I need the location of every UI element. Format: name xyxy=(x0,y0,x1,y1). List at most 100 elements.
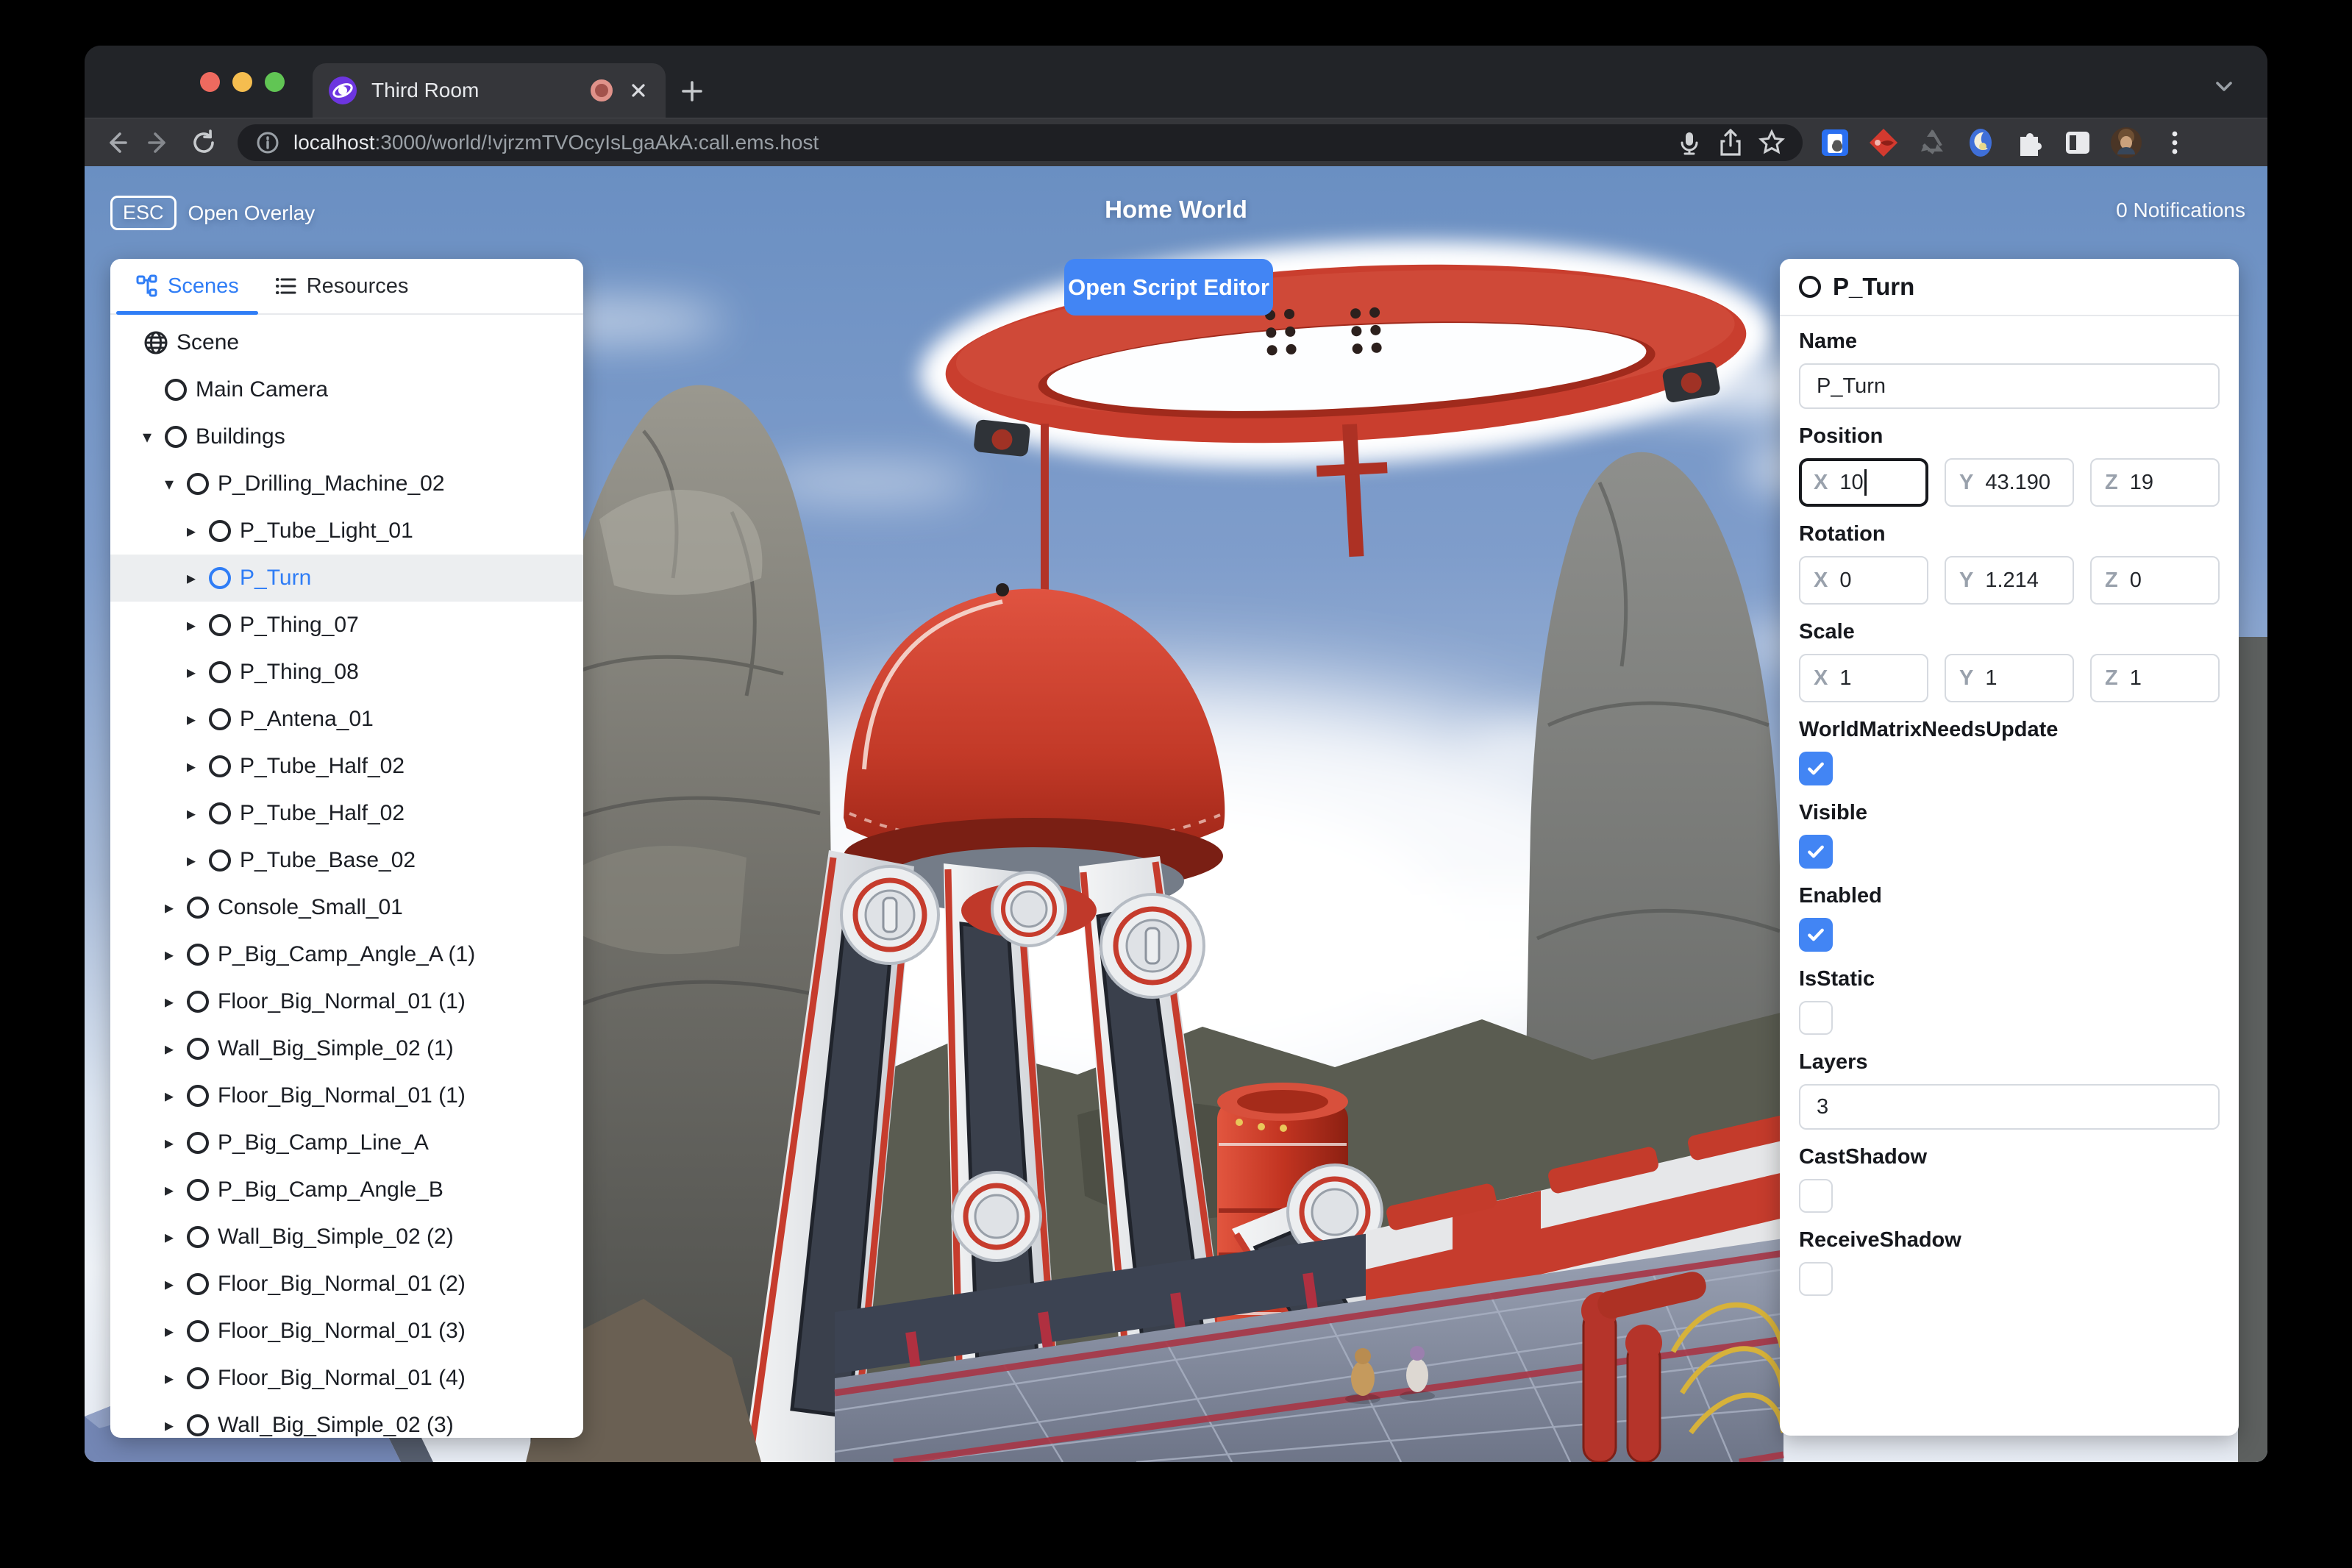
adblock-extension-icon[interactable] xyxy=(1867,126,1900,159)
open-script-editor-button[interactable]: Open Script Editor xyxy=(1064,259,1273,316)
tree-item-label: P_Thing_08 xyxy=(240,660,359,684)
caret-right-icon[interactable]: ▸ xyxy=(165,1368,187,1389)
caret-right-icon[interactable]: ▸ xyxy=(187,756,209,777)
scale-x-input[interactable]: X1 xyxy=(1799,654,1928,702)
caret-right-icon[interactable]: ▸ xyxy=(165,1038,187,1059)
tree-item-console-small-01[interactable]: ▸ Console_Small_01 xyxy=(110,884,583,931)
tree-item-p-tube-base-02[interactable]: ▸ P_Tube_Base_02 xyxy=(110,837,583,884)
caret-down-icon[interactable]: ▾ xyxy=(165,474,187,494)
notifications-count[interactable]: 0 Notifications xyxy=(2116,199,2245,222)
tree-item-main-camera[interactable]: Main Camera xyxy=(110,366,583,413)
url-text[interactable]: localhost:3000/world/!vjrzmTVOcyIsLgaAkA… xyxy=(293,131,1663,154)
tree-item-buildings[interactable]: ▾ Buildings xyxy=(110,413,583,460)
caret-right-icon[interactable]: ▸ xyxy=(165,1180,187,1200)
caret-right-icon[interactable]: ▸ xyxy=(187,803,209,824)
forward-button[interactable] xyxy=(143,126,176,159)
enabled-checkbox[interactable] xyxy=(1799,918,1833,952)
tab-scenes[interactable]: Scenes xyxy=(116,259,258,315)
caret-right-icon[interactable]: ▸ xyxy=(165,1274,187,1294)
address-bar[interactable]: localhost:3000/world/!vjrzmTVOcyIsLgaAkA… xyxy=(238,124,1803,161)
browser-tab[interactable]: Third Room xyxy=(313,63,666,118)
tree-item-p-thing-08[interactable]: ▸ P_Thing_08 xyxy=(110,649,583,696)
tab-resources[interactable]: Resources xyxy=(264,259,419,313)
node-circle-icon xyxy=(209,849,231,872)
caret-right-icon[interactable]: ▸ xyxy=(165,1086,187,1106)
caret-right-icon[interactable]: ▸ xyxy=(165,991,187,1012)
rotation-y-input[interactable]: Y 1.214 xyxy=(1945,556,2074,605)
password-manager-extension-icon[interactable] xyxy=(1819,126,1851,159)
caret-right-icon[interactable]: ▸ xyxy=(165,1133,187,1153)
tree-item-p-drilling-machine-02[interactable]: ▾ P_Drilling_Machine_02 xyxy=(110,460,583,507)
tree-item-p-thing-07[interactable]: ▸ P_Thing_07 xyxy=(110,602,583,649)
caret-right-icon[interactable]: ▸ xyxy=(187,568,209,588)
bookmark-star-icon[interactable] xyxy=(1757,128,1786,157)
sidebar-toggle-icon[interactable] xyxy=(2061,126,2094,159)
scale-y-input[interactable]: Y1 xyxy=(1945,654,2074,702)
new-tab-button[interactable] xyxy=(679,78,705,104)
profile-avatar[interactable] xyxy=(2110,126,2142,159)
tree-item-floor-big-normal-01-3[interactable]: ▸ Floor_Big_Normal_01 (3) xyxy=(110,1308,583,1355)
caret-right-icon[interactable]: ▸ xyxy=(187,662,209,683)
scene-hierarchy-panel: Scenes Resources Scene Main Camera ▾ Buildi… xyxy=(110,259,583,1438)
tree-item-p-tube-half-02[interactable]: ▸ P_Tube_Half_02 xyxy=(110,790,583,837)
globe-icon xyxy=(144,331,168,354)
tree-item-p-big-camp-angle-a-1[interactable]: ▸ P_Big_Camp_Angle_A (1) xyxy=(110,931,583,978)
3d-viewport[interactable]: ESC Open Overlay Home World 0 Notificati… xyxy=(85,166,2267,1462)
tree-item-p-turn[interactable]: ▸ P_Turn xyxy=(110,555,583,602)
share-icon[interactable] xyxy=(1716,128,1745,157)
browser-menu-icon[interactable] xyxy=(2159,126,2191,159)
worldmatrixneedsupdate-checkbox[interactable] xyxy=(1799,752,1833,785)
caret-right-icon[interactable]: ▸ xyxy=(187,521,209,541)
tree-item-wall-big-simple-02-2[interactable]: ▸ Wall_Big_Simple_02 (2) xyxy=(110,1214,583,1261)
caret-right-icon[interactable]: ▸ xyxy=(165,1321,187,1341)
node-circle-icon xyxy=(187,1273,209,1295)
microphone-icon[interactable] xyxy=(1675,128,1704,157)
caret-right-icon[interactable]: ▸ xyxy=(165,944,187,965)
caret-right-icon[interactable]: ▸ xyxy=(187,709,209,730)
layers-input[interactable]: 3 xyxy=(1799,1084,2220,1130)
tree-item-floor-big-normal-01-1[interactable]: ▸ Floor_Big_Normal_01 (1) xyxy=(110,1072,583,1119)
tree-item-wall-big-simple-02-3[interactable]: ▸ Wall_Big_Simple_02 (3) xyxy=(110,1402,583,1438)
back-button[interactable] xyxy=(99,126,132,159)
position-y-input[interactable]: Y 43.190 xyxy=(1945,458,2074,507)
caret-right-icon[interactable]: ▸ xyxy=(187,615,209,635)
tree-item-floor-big-normal-01-1[interactable]: ▸ Floor_Big_Normal_01 (1) xyxy=(110,978,583,1025)
tree-item-p-antena-01[interactable]: ▸ P_Antena_01 xyxy=(110,696,583,743)
node-circle-icon xyxy=(187,1226,209,1248)
night-mode-extension-icon[interactable] xyxy=(1964,126,1997,159)
rotation-z-input[interactable]: Z0 xyxy=(2090,556,2220,605)
site-info-icon[interactable] xyxy=(254,129,282,157)
tab-search-chevron-icon[interactable] xyxy=(2212,75,2237,97)
tab-close-icon[interactable] xyxy=(627,79,649,101)
castshadow-checkbox[interactable] xyxy=(1799,1179,1833,1213)
property-name: Name P_Turn xyxy=(1799,329,2220,409)
recycle-extension-icon[interactable] xyxy=(1916,126,1948,159)
scale-z-input[interactable]: Z1 xyxy=(2090,654,2220,702)
name-input[interactable]: P_Turn xyxy=(1799,363,2220,409)
caret-down-icon[interactable]: ▾ xyxy=(143,427,165,447)
tree-item-p-big-camp-line-a[interactable]: ▸ P_Big_Camp_Line_A xyxy=(110,1119,583,1166)
tree-item-floor-big-normal-01-2[interactable]: ▸ Floor_Big_Normal_01 (2) xyxy=(110,1261,583,1308)
tree-item-label: Main Camera xyxy=(196,377,329,402)
visible-checkbox[interactable] xyxy=(1799,835,1833,869)
caret-right-icon[interactable]: ▸ xyxy=(165,1415,187,1436)
tree-item-wall-big-simple-02-1[interactable]: ▸ Wall_Big_Simple_02 (1) xyxy=(110,1025,583,1072)
tree-item-p-tube-half-02[interactable]: ▸ P_Tube_Half_02 xyxy=(110,743,583,790)
position-x-input[interactable]: X 10 xyxy=(1799,458,1928,507)
position-z-input[interactable]: Z 19 xyxy=(2090,458,2220,507)
rotation-x-input[interactable]: X0 xyxy=(1799,556,1928,605)
close-window-button[interactable] xyxy=(200,72,220,92)
tree-item-p-tube-light-01[interactable]: ▸ P_Tube_Light_01 xyxy=(110,507,583,555)
extensions-puzzle-icon[interactable] xyxy=(2013,126,2045,159)
caret-right-icon[interactable]: ▸ xyxy=(187,850,209,871)
reload-button[interactable] xyxy=(188,126,220,159)
caret-right-icon[interactable]: ▸ xyxy=(165,1227,187,1247)
caret-right-icon[interactable]: ▸ xyxy=(165,897,187,918)
zoom-window-button[interactable] xyxy=(265,72,285,92)
receiveshadow-checkbox[interactable] xyxy=(1799,1262,1833,1296)
tree-item-floor-big-normal-01-4[interactable]: ▸ Floor_Big_Normal_01 (4) xyxy=(110,1355,583,1402)
tree-item-scene[interactable]: Scene xyxy=(110,319,583,366)
tree-item-p-big-camp-angle-b[interactable]: ▸ P_Big_Camp_Angle_B xyxy=(110,1166,583,1214)
isstatic-checkbox[interactable] xyxy=(1799,1001,1833,1035)
minimize-window-button[interactable] xyxy=(232,72,252,92)
